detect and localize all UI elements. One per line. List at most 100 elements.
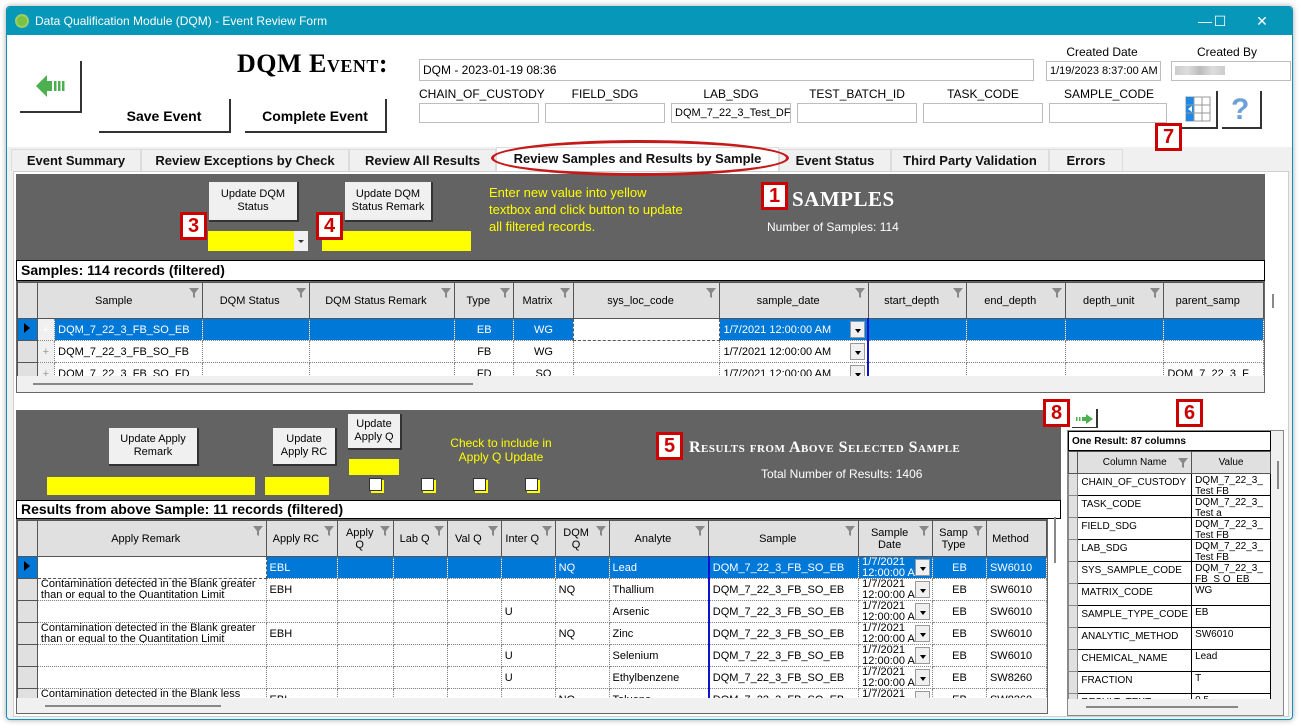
detail-row[interactable]: ANALYTIC_METHOD SW6010 xyxy=(1068,627,1271,650)
filter-icon[interactable] xyxy=(1150,288,1161,298)
filter-icon[interactable] xyxy=(252,526,263,536)
cell-value[interactable]: DQM_7_22_3_Test a xyxy=(1191,495,1271,518)
filter-icon[interactable] xyxy=(324,526,335,536)
filter-icon[interactable] xyxy=(919,526,930,536)
filter-icon[interactable] xyxy=(295,288,306,298)
result-row[interactable]: U Arsenic DQM_7_22_3_FB_SO_EB 1/7/2021 12:0… xyxy=(17,600,1047,623)
filter-icon[interactable] xyxy=(854,288,865,298)
cell-lab-q[interactable] xyxy=(393,578,448,601)
cell-value[interactable]: DQM_7_22_3_Test FB xyxy=(1191,517,1271,540)
col-method[interactable]: Method xyxy=(985,520,1047,557)
cell-samp-type[interactable]: EB xyxy=(932,622,987,645)
save-event-button[interactable]: Save Event xyxy=(99,99,231,133)
cell-apply-rc[interactable]: EBL xyxy=(265,556,339,579)
cell-depth-unit[interactable] xyxy=(1064,318,1165,341)
filter-icon[interactable] xyxy=(706,288,717,298)
include-dqm-q-checkbox[interactable] xyxy=(525,478,538,491)
cell-sample[interactable]: DQM_7_22_3_FB_SO_EB xyxy=(708,578,860,601)
cell-method[interactable]: SW8260 xyxy=(985,666,1047,689)
update-apply-q-button[interactable]: Update Apply Q xyxy=(348,414,402,450)
results-vertical-scrollbar[interactable] xyxy=(1054,517,1056,563)
sample-row[interactable]: + DQM_7_22_3_FB_SO_EB EB WG 1/7/2021 12:00:0… xyxy=(17,318,1264,341)
cell-sample[interactable]: DQM_7_22_3_FB_SO_EB xyxy=(708,622,860,645)
cell-method[interactable]: SW6010 xyxy=(985,622,1047,645)
cell-apply-rc[interactable] xyxy=(265,600,339,623)
tab-third-party-validation[interactable]: Third Party Validation xyxy=(891,149,1049,171)
row-selector[interactable] xyxy=(1068,561,1079,584)
cell-samp-type[interactable]: EB xyxy=(932,600,987,623)
row-selector[interactable] xyxy=(17,578,38,601)
samples-horizontal-scrollbar[interactable] xyxy=(17,376,1264,392)
filter-icon[interactable] xyxy=(433,526,444,536)
cell-apply-rc[interactable] xyxy=(265,644,339,667)
cell-apply-q[interactable] xyxy=(337,556,395,579)
cell-sample[interactable]: DQM_7_22_3_FB_SO_EB xyxy=(708,666,860,689)
result-row[interactable]: Contamination detected in the Blank less… xyxy=(17,556,1047,579)
cell-dqm-q[interactable]: NQ xyxy=(554,622,610,645)
cell-sample-date[interactable]: 1/7/2021 12:00:00 A xyxy=(858,556,934,579)
filter-icon[interactable] xyxy=(559,288,570,298)
cell-method[interactable]: SW6010 xyxy=(985,556,1047,579)
include-inter-q-checkbox[interactable] xyxy=(473,478,486,491)
col-apply-rc[interactable]: Apply RC xyxy=(265,520,339,557)
cell-sample[interactable]: DQM_7_22_3_FB_SO_EB xyxy=(54,318,203,341)
complete-event-button[interactable]: Complete Event xyxy=(245,99,387,133)
test-batch-id-input[interactable] xyxy=(797,103,917,123)
cell-sample-date[interactable]: 1/7/2021 12:00:00 AM xyxy=(719,340,870,363)
col-matrix[interactable]: Matrix xyxy=(513,282,574,319)
cell-samp-type[interactable]: EB xyxy=(932,556,987,579)
row-selector[interactable] xyxy=(1068,473,1079,496)
col-val-q[interactable]: Val Q xyxy=(446,520,502,557)
sample-code-input[interactable] xyxy=(1049,103,1167,123)
cell-lab-q[interactable] xyxy=(393,644,448,667)
cell-apply-q[interactable] xyxy=(337,666,395,689)
cell-sample[interactable]: DQM_7_22_3_FB_SO_EB xyxy=(708,556,860,579)
cell-apply-rc[interactable]: EBH xyxy=(265,622,339,645)
cell-value[interactable]: Lead xyxy=(1191,649,1271,672)
filter-icon[interactable] xyxy=(695,526,706,536)
cell-depth-unit[interactable] xyxy=(1064,340,1165,363)
filter-icon[interactable] xyxy=(972,526,983,536)
include-lab-q-checkbox[interactable] xyxy=(369,478,382,491)
col-sample[interactable]: Sample xyxy=(36,282,203,319)
dropdown-button[interactable] xyxy=(850,321,866,338)
cell-inter-q[interactable] xyxy=(500,578,556,601)
cell-apply-rc[interactable] xyxy=(265,666,339,689)
cell-parent-sample[interactable] xyxy=(1163,340,1264,363)
row-selector[interactable] xyxy=(17,318,38,341)
cell-lab-q[interactable] xyxy=(393,666,448,689)
close-button[interactable]: ✕ xyxy=(1247,11,1277,31)
col-samp-type[interactable]: Samp Type xyxy=(932,520,987,557)
col-apply-remark[interactable]: Apply Remark xyxy=(36,520,267,557)
tab-errors[interactable]: Errors xyxy=(1049,149,1123,171)
task-code-input[interactable] xyxy=(923,103,1043,123)
samples-vertical-scrollbar[interactable] xyxy=(1272,294,1274,308)
cell-inter-q[interactable] xyxy=(500,622,556,645)
col-sample-date[interactable]: sample_date xyxy=(719,282,869,319)
cell-apply-remark[interactable] xyxy=(36,666,267,689)
row-selector[interactable] xyxy=(17,622,38,645)
cell-start-depth[interactable] xyxy=(867,318,968,341)
cell-apply-q[interactable] xyxy=(337,644,395,667)
filter-icon[interactable] xyxy=(1178,458,1189,468)
dropdown-button[interactable] xyxy=(915,625,931,642)
row-selector[interactable] xyxy=(17,644,38,667)
filter-icon[interactable] xyxy=(500,288,511,298)
expand-row-icon[interactable]: + xyxy=(36,340,56,363)
col-dqm-q[interactable]: DQM Q xyxy=(554,520,610,557)
cell-dqm-q[interactable] xyxy=(554,600,610,623)
detail-row[interactable]: TASK_CODE DQM_7_22_3_Test a xyxy=(1068,495,1271,518)
cell-value[interactable]: WG xyxy=(1191,583,1271,606)
cell-lab-q[interactable] xyxy=(393,556,448,579)
cell-analyte[interactable]: Lead xyxy=(608,556,710,579)
col-sys-loc-code[interactable]: sys_loc_code xyxy=(572,282,721,319)
apply-q-input[interactable] xyxy=(349,459,399,475)
cell-sample[interactable]: DQM_7_22_3_FB_SO_EB xyxy=(708,600,860,623)
cell-sample[interactable]: DQM_7_22_3_FB_SO_EB xyxy=(708,644,860,667)
cell-method[interactable]: SW6010 xyxy=(985,644,1047,667)
row-selector[interactable] xyxy=(1068,671,1079,694)
detail-row[interactable]: SAMPLE_TYPE_CODE EB xyxy=(1068,605,1271,628)
col-inter-q[interactable]: Inter Q xyxy=(500,520,556,557)
cell-apply-remark[interactable]: Contamination detected in the Blank less… xyxy=(36,556,267,579)
cell-value[interactable]: DQM_7_22_3_Test FB xyxy=(1191,539,1271,562)
